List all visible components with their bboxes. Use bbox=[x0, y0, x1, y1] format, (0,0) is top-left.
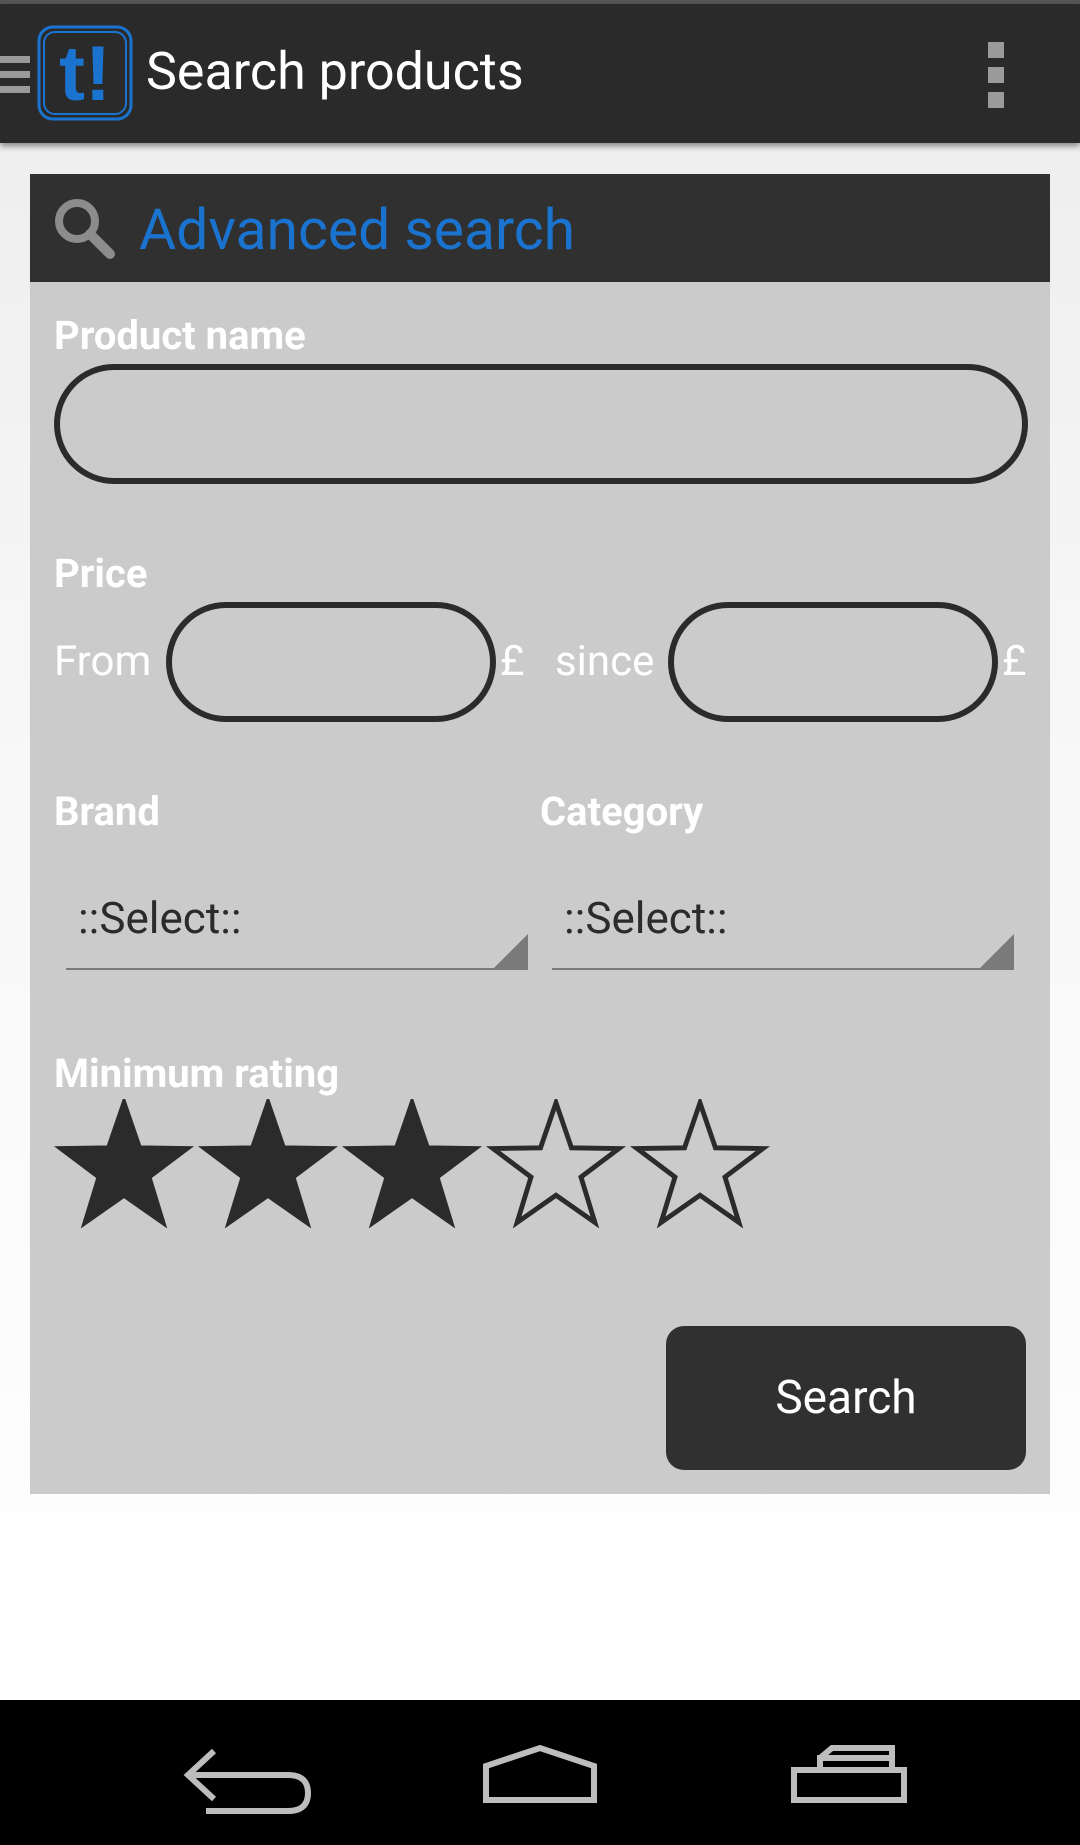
star-empty-icon[interactable] bbox=[628, 1095, 772, 1239]
star-empty-icon[interactable] bbox=[484, 1095, 628, 1239]
star-filled-icon[interactable] bbox=[340, 1095, 484, 1239]
price-since-currency: £ bbox=[1002, 637, 1027, 686]
product-name-input[interactable] bbox=[54, 364, 1028, 484]
logo-text: t! bbox=[59, 29, 111, 117]
panel-title: Advanced search bbox=[139, 196, 576, 263]
page-title: Search products bbox=[146, 41, 524, 102]
price-from-currency: £ bbox=[500, 637, 525, 686]
dropdown-arrow-icon bbox=[492, 934, 528, 970]
home-icon[interactable] bbox=[440, 1700, 640, 1845]
price-since-label: since bbox=[555, 637, 655, 686]
overflow-menu-icon[interactable] bbox=[988, 42, 1004, 108]
back-icon[interactable] bbox=[140, 1700, 340, 1845]
price-since-input[interactable] bbox=[668, 602, 998, 722]
product-name-label: Product name bbox=[54, 312, 306, 359]
category-dropdown-underline bbox=[552, 968, 1014, 970]
app-logo[interactable]: t! bbox=[36, 24, 134, 122]
system-nav-bar bbox=[0, 1700, 1080, 1845]
panel-header: Advanced search bbox=[30, 174, 1050, 282]
recent-apps-icon[interactable] bbox=[760, 1700, 960, 1845]
category-dropdown[interactable]: ::Select:: bbox=[552, 858, 1014, 970]
search-icon bbox=[52, 196, 116, 260]
brand-dropdown-underline bbox=[66, 968, 528, 970]
dropdown-arrow-icon bbox=[978, 934, 1014, 970]
brand-label: Brand bbox=[54, 788, 160, 835]
category-label: Category bbox=[540, 788, 704, 835]
minimum-rating-label: Minimum rating bbox=[54, 1050, 340, 1097]
search-button[interactable]: Search bbox=[666, 1326, 1026, 1470]
advanced-search-panel: Advanced search Product name Price From … bbox=[30, 174, 1050, 1494]
price-from-input[interactable] bbox=[166, 602, 496, 722]
drawer-icon[interactable] bbox=[0, 56, 30, 100]
brand-dropdown[interactable]: ::Select:: bbox=[66, 858, 528, 970]
category-selected-value: ::Select:: bbox=[564, 892, 728, 944]
price-label: Price bbox=[54, 550, 148, 597]
action-bar: t! Search products bbox=[0, 4, 1080, 143]
brand-selected-value: ::Select:: bbox=[78, 892, 242, 944]
star-filled-icon[interactable] bbox=[52, 1095, 196, 1239]
star-filled-icon[interactable] bbox=[196, 1095, 340, 1239]
price-from-label: From bbox=[54, 637, 152, 686]
